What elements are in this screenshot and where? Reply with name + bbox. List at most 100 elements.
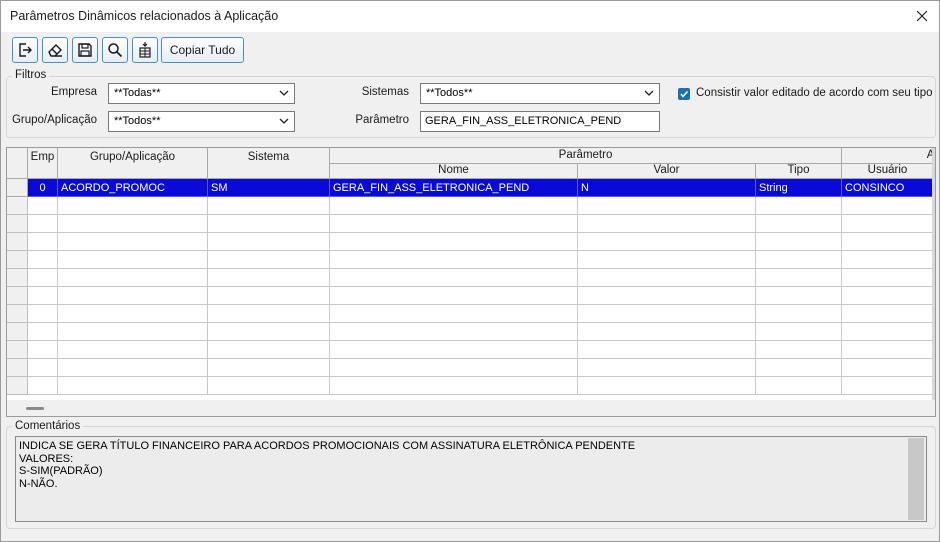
cell-sistema[interactable] (208, 323, 330, 341)
search-button[interactable] (102, 37, 128, 63)
cell-emp[interactable] (28, 233, 58, 251)
cell-emp[interactable] (28, 305, 58, 323)
cell-emp[interactable] (28, 251, 58, 269)
cell-tipo[interactable] (756, 305, 842, 323)
cell-usuario[interactable] (842, 377, 934, 395)
cell-emp[interactable] (28, 287, 58, 305)
cell-sistema[interactable]: SM (208, 179, 330, 197)
cell-tipo[interactable] (756, 251, 842, 269)
cell-valor[interactable]: N (578, 179, 756, 197)
cell-grupo-aplicacao[interactable] (58, 197, 208, 215)
cell-emp[interactable] (28, 269, 58, 287)
cell-emp[interactable] (28, 323, 58, 341)
header-tipo[interactable]: Tipo (756, 164, 842, 179)
cell-sistema[interactable] (208, 287, 330, 305)
cell-usuario[interactable] (842, 197, 934, 215)
cell-sistema[interactable] (208, 305, 330, 323)
header-nome[interactable]: Nome (330, 164, 578, 179)
clear-button[interactable] (42, 37, 68, 63)
cell-grupo-aplicacao[interactable] (58, 323, 208, 341)
cell-valor[interactable] (578, 233, 756, 251)
table-row[interactable] (7, 287, 935, 305)
header-valor[interactable]: Valor (578, 164, 756, 179)
close-button[interactable] (907, 2, 937, 30)
cell-nome[interactable] (330, 269, 578, 287)
consistir-checkbox[interactable] (678, 88, 690, 100)
header-sistema[interactable]: Sistema (208, 148, 330, 179)
table-row[interactable] (7, 215, 935, 233)
cell-sistema[interactable] (208, 197, 330, 215)
cell-emp[interactable] (28, 341, 58, 359)
cell-emp[interactable] (28, 377, 58, 395)
grupo-aplicacao-select[interactable]: **Todos** (108, 111, 295, 132)
cell-sistema[interactable] (208, 377, 330, 395)
cell-nome[interactable] (330, 341, 578, 359)
grid-vertical-scrollbar[interactable] (932, 148, 935, 416)
cell-sistema[interactable] (208, 233, 330, 251)
grid-horizontal-scrollbar[interactable] (7, 400, 935, 416)
cell-nome[interactable] (330, 305, 578, 323)
cell-tipo[interactable] (756, 233, 842, 251)
scroll-thumb[interactable] (26, 407, 44, 410)
cell-usuario[interactable] (842, 269, 934, 287)
cell-valor[interactable] (578, 215, 756, 233)
cell-valor[interactable] (578, 251, 756, 269)
cell-nome[interactable] (330, 323, 578, 341)
cell-nome[interactable] (330, 287, 578, 305)
cell-grupo-aplicacao[interactable] (58, 215, 208, 233)
save-button[interactable] (72, 37, 98, 63)
cell-nome[interactable] (330, 377, 578, 395)
table-row[interactable] (7, 305, 935, 323)
cell-nome[interactable] (330, 197, 578, 215)
cell-nome[interactable]: GERA_FIN_ASS_ELETRONICA_PEND (330, 179, 578, 197)
insert-row-button[interactable] (132, 37, 158, 63)
cell-nome[interactable] (330, 251, 578, 269)
cell-tipo[interactable] (756, 377, 842, 395)
table-row[interactable] (7, 341, 935, 359)
cell-grupo-aplicacao[interactable] (58, 233, 208, 251)
table-row[interactable] (7, 269, 935, 287)
cell-valor[interactable] (578, 323, 756, 341)
cell-tipo[interactable] (756, 323, 842, 341)
cell-sistema[interactable] (208, 215, 330, 233)
cell-tipo[interactable] (756, 359, 842, 377)
cell-usuario[interactable] (842, 323, 934, 341)
cell-usuario[interactable] (842, 287, 934, 305)
cell-valor[interactable] (578, 269, 756, 287)
cell-valor[interactable] (578, 377, 756, 395)
cell-grupo-aplicacao[interactable] (58, 305, 208, 323)
cell-tipo[interactable] (756, 197, 842, 215)
cell-emp[interactable] (28, 359, 58, 377)
cell-nome[interactable] (330, 215, 578, 233)
table-row[interactable]: 0 ACORDO_PROMOC SM GERA_FIN_ASS_ELETRONICA_… (7, 179, 935, 197)
cell-sistema[interactable] (208, 269, 330, 287)
empresa-select[interactable]: **Todas** (108, 83, 295, 104)
cell-usuario[interactable] (842, 233, 934, 251)
cell-emp[interactable]: 0 (28, 179, 58, 197)
table-row[interactable] (7, 359, 935, 377)
cell-usuario[interactable]: CONSINCO (842, 179, 934, 197)
cell-grupo-aplicacao[interactable] (58, 287, 208, 305)
cell-emp[interactable] (28, 197, 58, 215)
cell-valor[interactable] (578, 305, 756, 323)
cell-grupo-aplicacao[interactable] (58, 377, 208, 395)
cell-valor[interactable] (578, 359, 756, 377)
cell-tipo[interactable] (756, 269, 842, 287)
cell-grupo-aplicacao[interactable]: ACORDO_PROMOC (58, 179, 208, 197)
sistemas-select[interactable]: **Todos** (420, 83, 660, 104)
header-grupo-aplicacao[interactable]: Grupo/Aplicação (58, 148, 208, 179)
cell-sistema[interactable] (208, 251, 330, 269)
cell-tipo[interactable] (756, 341, 842, 359)
cell-usuario[interactable] (842, 341, 934, 359)
header-usuario[interactable]: Usuário (842, 164, 934, 179)
cell-nome[interactable] (330, 233, 578, 251)
cell-usuario[interactable] (842, 215, 934, 233)
exit-button[interactable] (12, 37, 38, 63)
table-row[interactable] (7, 323, 935, 341)
cell-usuario[interactable] (842, 359, 934, 377)
copy-all-button[interactable]: Copiar Tudo (161, 37, 244, 63)
cell-usuario[interactable] (842, 305, 934, 323)
cell-valor[interactable] (578, 287, 756, 305)
cell-grupo-aplicacao[interactable] (58, 341, 208, 359)
parametro-input[interactable]: GERA_FIN_ASS_ELETRONICA_PEND (420, 111, 660, 132)
